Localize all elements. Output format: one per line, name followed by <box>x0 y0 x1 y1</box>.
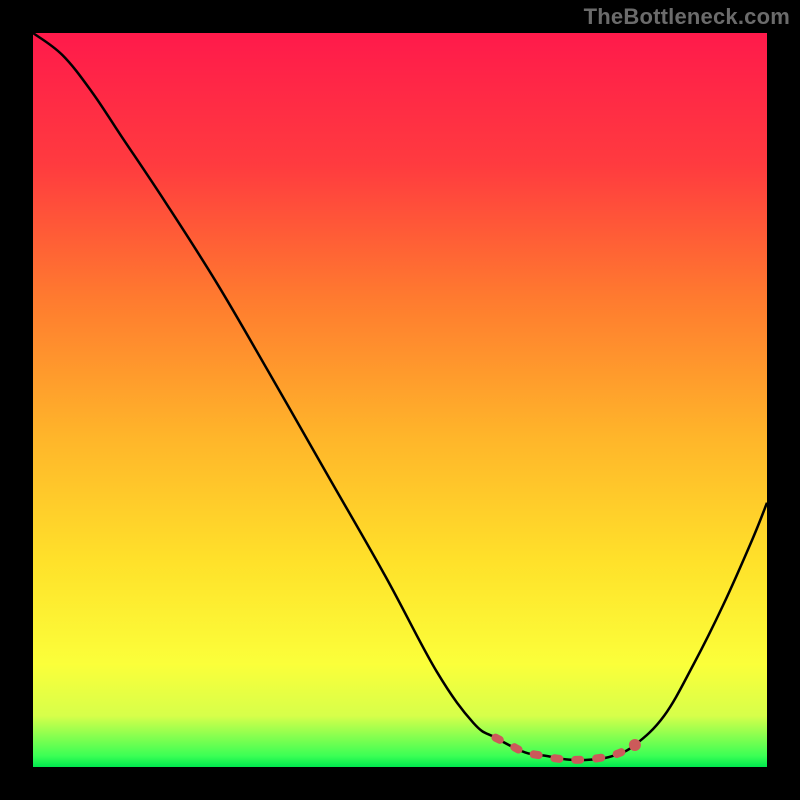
chart-stage: TheBottleneck.com <box>0 0 800 800</box>
bottleneck-curve <box>33 33 767 760</box>
plot-area <box>33 33 767 767</box>
optimal-marker <box>495 738 634 760</box>
curve-layer <box>33 33 767 767</box>
watermark-text: TheBottleneck.com <box>584 4 790 30</box>
optimal-marker-end <box>629 739 641 751</box>
